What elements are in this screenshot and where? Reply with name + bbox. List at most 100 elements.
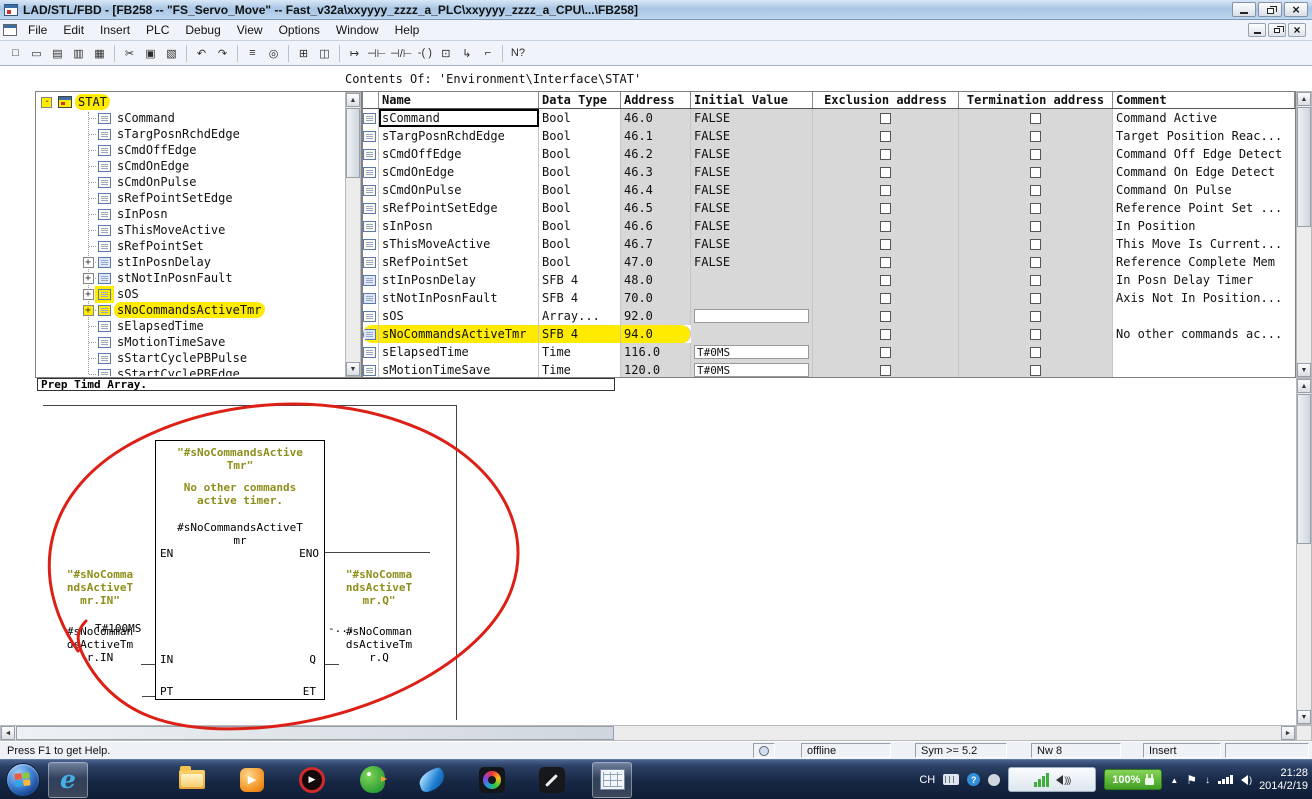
table-row-sMotionTimeSave[interactable]: sMotionTimeSave Time 120.0 T#0MS	[363, 361, 1295, 377]
monitor-icon[interactable]: ◎	[263, 43, 284, 63]
termination-checkbox[interactable]	[1030, 202, 1041, 214]
table-row-sRefPointSet[interactable]: sRefPointSet Bool 47.0 FALSE Reference Compl…	[363, 253, 1295, 271]
var-data-type[interactable]: Bool	[539, 109, 621, 127]
taskbar-app-swallow-app[interactable]	[412, 762, 452, 798]
scroll-thumb[interactable]	[346, 108, 360, 178]
var-comment[interactable]: Reference Point Set ...	[1113, 199, 1295, 217]
termination-checkbox[interactable]	[1030, 184, 1041, 196]
scroll-up-button[interactable]	[1297, 92, 1311, 106]
expand-icon[interactable]	[83, 288, 94, 300]
table-row-sCmdOffEdge[interactable]: sCmdOffEdge Bool 46.2 FALSE Command Off Edge…	[363, 145, 1295, 163]
initial-value-box[interactable]: T#0MS	[694, 363, 809, 377]
table-row-sCommand[interactable]: sCommand Bool 46.0 FALSE Command Active	[363, 109, 1295, 127]
mdi-minimize-button[interactable]	[1248, 23, 1266, 37]
hidden-icons-button[interactable]	[1170, 774, 1178, 786]
table-row-sInPosn[interactable]: sInPosn Bool 46.6 FALSE In Position	[363, 217, 1295, 235]
paste-icon[interactable]: ▧	[161, 43, 182, 63]
initial-value-box[interactable]	[694, 309, 809, 323]
action-center-flag-icon[interactable]	[1186, 773, 1197, 787]
mdi-restore-button[interactable]	[1268, 23, 1286, 37]
var-initial-value[interactable]: FALSE	[691, 253, 813, 271]
var-initial-value[interactable]: T#0MS	[691, 361, 813, 377]
tree-item-stInPosnDelay[interactable]: stInPosnDelay	[37, 254, 344, 270]
update-icon[interactable]	[1205, 774, 1210, 786]
var-name[interactable]: sNoCommandsActiveTmr	[379, 325, 539, 343]
var-data-type[interactable]: SFB 4	[539, 325, 621, 343]
termination-checkbox[interactable]	[1030, 166, 1041, 178]
var-name[interactable]: sCmdOnPulse	[379, 181, 539, 199]
tree-item-sRefPointSetEdge[interactable]: sRefPointSetEdge	[37, 190, 344, 206]
new-network-icon[interactable]: ⊞	[293, 43, 314, 63]
taskbar-app-color-ring-app[interactable]	[472, 762, 512, 798]
pt-value[interactable]: T#100MS	[95, 622, 141, 635]
tree-item-stNotInPosnFault[interactable]: stNotInPosnFault	[37, 270, 344, 286]
taskbar-app-media-player-red[interactable]	[292, 762, 332, 798]
table-row-stNotInPosnFault[interactable]: stNotInPosnFault SFB 4 70.0 Axis Not In Pos…	[363, 289, 1295, 307]
expand-icon[interactable]	[83, 304, 94, 316]
fbd-horizontal-scrollbar[interactable]	[0, 725, 1296, 741]
menu-file[interactable]: File	[20, 20, 55, 40]
taskbar-app-parrot-app[interactable]	[352, 762, 392, 798]
restore-button[interactable]	[1258, 2, 1282, 17]
table-row-sTargPosnRchdEdge[interactable]: sTargPosnRchdEdge Bool 46.1 FALSE Target Pos…	[363, 127, 1295, 145]
minimize-button[interactable]	[1232, 2, 1256, 17]
var-data-type[interactable]: SFB 4	[539, 271, 621, 289]
var-data-type[interactable]: Bool	[539, 127, 621, 145]
keyboard-icon[interactable]	[943, 774, 960, 785]
table-scrollbar[interactable]	[1296, 91, 1312, 378]
var-comment[interactable]: In Posn Delay Timer	[1113, 271, 1295, 289]
scroll-up-button[interactable]	[1297, 379, 1311, 393]
tree-item-sCmdOnPulse[interactable]: sCmdOnPulse	[37, 174, 344, 190]
tree-item-sStartCyclePBEdge[interactable]: sStartCyclePBEdge	[37, 366, 344, 376]
var-data-type[interactable]: Bool	[539, 163, 621, 181]
var-initial-value[interactable]: FALSE	[691, 181, 813, 199]
exclusion-checkbox[interactable]	[880, 202, 891, 214]
exclusion-checkbox[interactable]	[880, 346, 891, 358]
termination-checkbox[interactable]	[1030, 238, 1041, 250]
var-comment[interactable]: Command Active	[1113, 109, 1295, 127]
termination-checkbox[interactable]	[1030, 256, 1041, 268]
table-row-sThisMoveActive[interactable]: sThisMoveActive Bool 46.7 FALSE This Move Is…	[363, 235, 1295, 253]
var-name[interactable]: sCmdOffEdge	[379, 145, 539, 163]
var-data-type[interactable]: Bool	[539, 199, 621, 217]
termination-checkbox[interactable]	[1030, 364, 1041, 376]
help-icon[interactable]	[967, 773, 981, 786]
var-comment[interactable]: Command On Pulse	[1113, 181, 1295, 199]
var-name[interactable]: sOS	[379, 307, 539, 325]
open-icon[interactable]: ▭	[26, 43, 47, 63]
tree-item-sElapsedTime[interactable]: sElapsedTime	[37, 318, 344, 334]
help-cursor-icon[interactable]: N?	[507, 43, 528, 63]
var-initial-value[interactable]: FALSE	[691, 163, 813, 181]
cut-icon[interactable]: ✂	[119, 43, 140, 63]
var-name[interactable]: sCommand	[379, 109, 539, 127]
tree-item-sTargPosnRchdEdge[interactable]: sTargPosnRchdEdge	[37, 126, 344, 142]
var-initial-value[interactable]: FALSE	[691, 217, 813, 235]
var-comment[interactable]: In Position	[1113, 217, 1295, 235]
var-name[interactable]: sCmdOnEdge	[379, 163, 539, 181]
menu-options[interactable]: Options	[271, 20, 328, 40]
jump-label-icon[interactable]: ↦	[344, 43, 365, 63]
exclusion-checkbox[interactable]	[880, 310, 891, 322]
tree-item-sCmdOnEdge[interactable]: sCmdOnEdge	[37, 158, 344, 174]
exclusion-checkbox[interactable]	[880, 220, 891, 232]
new-icon[interactable]: □	[5, 43, 26, 63]
network-signal-icon[interactable]	[1218, 775, 1234, 784]
var-data-type[interactable]: SFB 4	[539, 289, 621, 307]
open-branch-icon[interactable]: ↳	[456, 43, 477, 63]
save-icon[interactable]: ▥	[68, 43, 89, 63]
scroll-down-button[interactable]	[1297, 710, 1311, 724]
var-comment[interactable]	[1113, 361, 1295, 377]
tree-item-sStartCyclePBPulse[interactable]: sStartCyclePBPulse	[37, 350, 344, 366]
print-icon[interactable]: ▦	[89, 43, 110, 63]
termination-checkbox[interactable]	[1030, 220, 1041, 232]
scroll-right-button[interactable]	[1281, 726, 1295, 740]
taskbar-clock[interactable]: 21:28 2014/2/19	[1259, 767, 1308, 793]
taskbar-app-step7-editor[interactable]	[592, 761, 632, 798]
copy-icon[interactable]: ▣	[140, 43, 161, 63]
close-button[interactable]	[1284, 2, 1308, 17]
var-initial-value[interactable]	[691, 307, 813, 325]
var-data-type[interactable]: Bool	[539, 253, 621, 271]
contact-nc-icon[interactable]: ⊣/⊢	[388, 43, 414, 63]
var-name[interactable]: sRefPointSet	[379, 253, 539, 271]
exclusion-checkbox[interactable]	[880, 166, 891, 178]
